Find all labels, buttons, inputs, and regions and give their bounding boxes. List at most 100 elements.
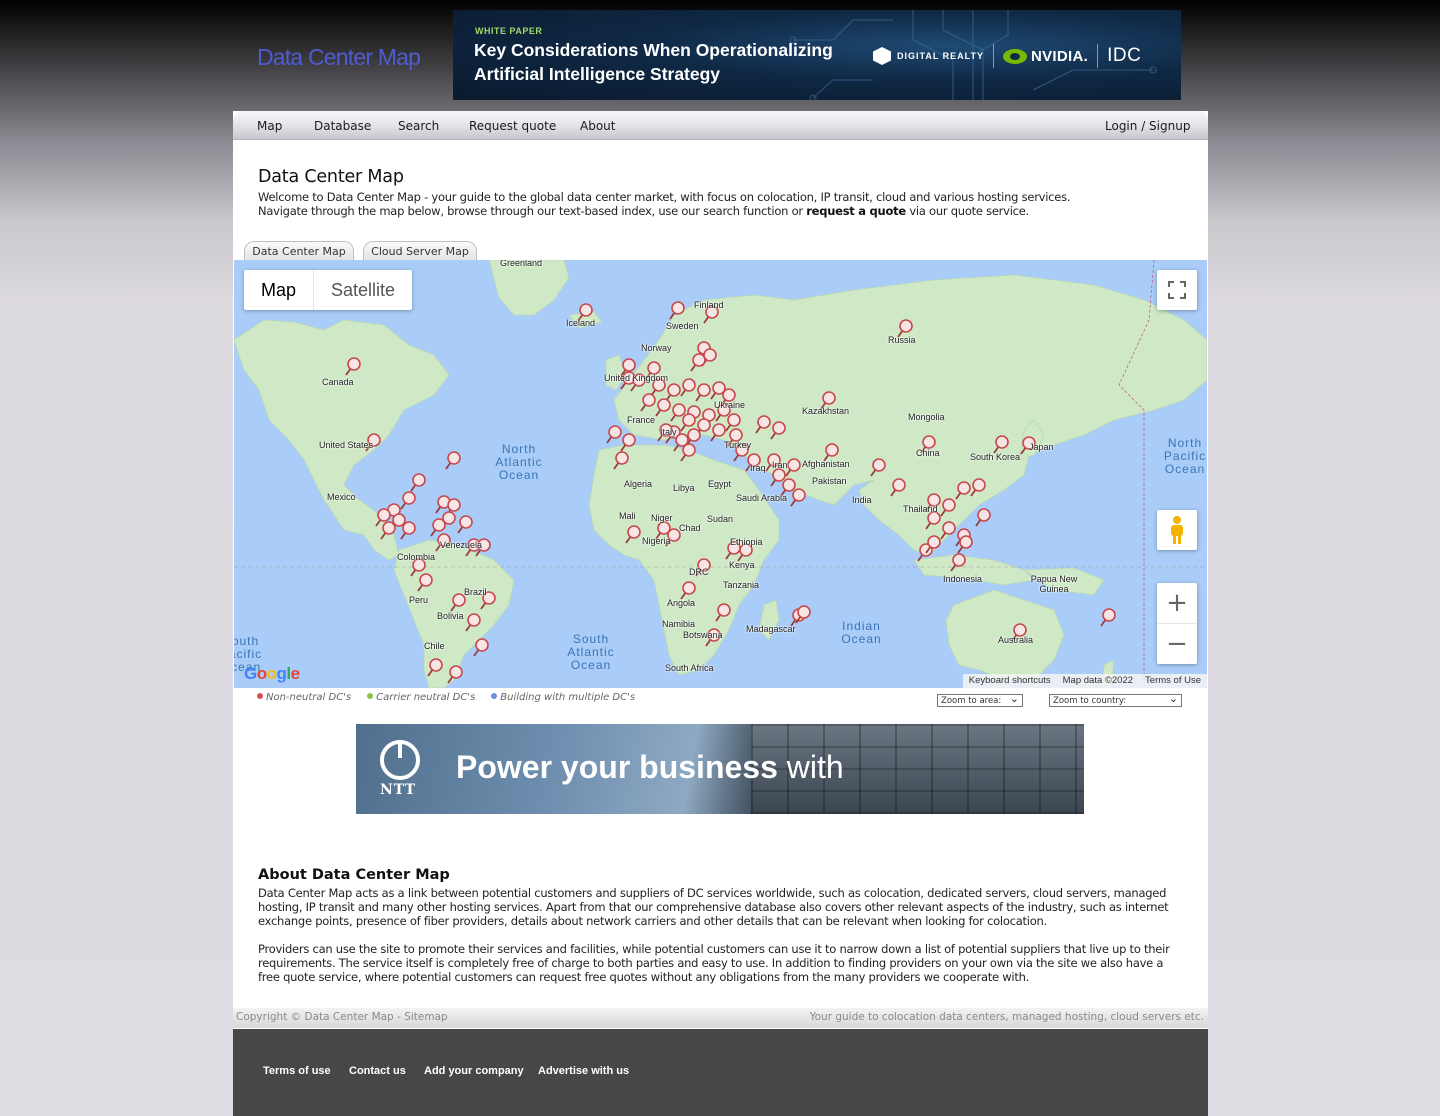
map-label: Tanzania (723, 580, 760, 590)
ad-kicker: WHITE PAPER (475, 26, 543, 36)
tab-data-center-map[interactable]: Data Center Map (244, 241, 354, 260)
map-label: Canada (322, 377, 354, 387)
about-paragraph-2: Providers can use the site to promote th… (258, 942, 1170, 984)
datacenter-marker[interactable] (1100, 608, 1116, 627)
map-label: Peru (409, 595, 429, 605)
page-title: Data Center Map (258, 167, 404, 187)
map-data-text: Map data ©2022 (1062, 675, 1134, 686)
map-label: Kazakhstan (802, 406, 850, 416)
map-label: Australia (998, 635, 1034, 645)
legend-carrier-neutral: Carrier neutral DC's (367, 692, 475, 703)
map-label: Finland (694, 300, 724, 310)
datacenter-marker[interactable] (975, 508, 991, 527)
fullscreen-button[interactable] (1157, 270, 1197, 310)
ad-partner-logos: DIGITAL REALTY NVIDIA. IDC (873, 43, 1141, 69)
zoom-control: + − (1157, 583, 1197, 664)
site-logo[interactable]: Data Center Map (257, 44, 421, 71)
map-label: Thailand (903, 504, 938, 514)
datacenter-marker[interactable] (457, 515, 473, 534)
nvidia-logo-icon (1003, 48, 1027, 64)
map-label: Angola (667, 598, 696, 608)
legend-non-neutral: Non-neutral DC's (257, 692, 351, 703)
map-label: Botswana (683, 630, 723, 640)
map-label: India (852, 495, 872, 505)
map-label: Mali (619, 511, 636, 521)
map-label: Norway (641, 343, 672, 353)
zoom-to-country-select[interactable]: Zoom to country: (1049, 692, 1182, 707)
about-section: About Data Center Map Data Center Map ac… (258, 867, 1188, 998)
nav-search[interactable]: Search (398, 119, 439, 133)
map-label: Egypt (708, 479, 732, 489)
page-container: Map Database Search Request quote About … (233, 111, 1208, 1116)
footer-advertise-link[interactable]: Advertise with us (538, 1065, 629, 1077)
world-map[interactable]: Greenland Iceland Finland Sweden Norway … (234, 260, 1207, 688)
nav-about[interactable]: About (580, 119, 615, 133)
intro-text: Welcome to Data Center Map - your guide … (258, 190, 1188, 218)
map-label: France (627, 415, 656, 425)
footer-contact-link[interactable]: Contact us (349, 1065, 406, 1077)
ntt-brand: NTT (380, 782, 417, 798)
map-label: Madagascar (746, 624, 796, 634)
digital-realty-logo: DIGITAL REALTY (897, 51, 984, 61)
google-logo[interactable]: Google (244, 664, 300, 684)
map-type-satellite-button[interactable]: Satellite (313, 270, 412, 310)
zoom-in-button[interactable]: + (1157, 583, 1197, 624)
map-type-map-button[interactable]: Map (244, 270, 313, 310)
datacenter-marker[interactable] (790, 488, 806, 507)
map-label: Iceland (566, 318, 596, 328)
zoom-out-button[interactable]: − (1157, 624, 1197, 664)
ocean-label: North Atlantic Ocean (495, 442, 543, 482)
map-label: Bolivia (437, 611, 464, 621)
map-label: Russia (888, 335, 916, 345)
nav-database[interactable]: Database (314, 119, 371, 133)
keyboard-shortcuts-link[interactable]: Keyboard shortcuts (963, 674, 1057, 688)
map-label: Ukraine (714, 400, 746, 410)
map-label: Mongolia (908, 412, 945, 422)
map-label: Ethiopia (730, 537, 763, 547)
map-label: Sudan (707, 514, 734, 524)
top-nav: Map Database Search Request quote About … (233, 111, 1208, 140)
street-view-pegman[interactable] (1157, 510, 1197, 550)
fullscreen-icon (1168, 281, 1186, 299)
datacenter-marker[interactable] (410, 473, 426, 492)
footer-add-company-link[interactable]: Add your company (424, 1065, 524, 1077)
tab-cloud-server-map[interactable]: Cloud Server Map (363, 241, 477, 260)
footer-terms-link[interactable]: Terms of use (263, 1065, 331, 1077)
map-label: Sweden (666, 321, 699, 331)
nav-login-signup[interactable]: Login / Signup (1105, 119, 1190, 133)
ntt-banner-ad[interactable]: NTT Power your business with (356, 724, 1084, 814)
map-label: Chad (679, 523, 701, 533)
nav-map[interactable]: Map (257, 119, 282, 133)
map-label: Pakistan (812, 476, 847, 486)
ntt-logo-icon (380, 740, 420, 780)
map-label: DRC (689, 567, 709, 577)
map-label: United Kingdom (604, 373, 669, 383)
map-label: Chile (424, 641, 445, 651)
map-label: Brazil (464, 587, 487, 597)
map-label: Papua New Guinea (1030, 574, 1078, 594)
copyright-text[interactable]: Copyright © Data Center Map - Sitemap (236, 1011, 448, 1023)
datacenter-marker[interactable] (606, 425, 622, 444)
map-type-control: Map Satellite (244, 270, 413, 310)
map-label: Venezuela (440, 540, 483, 550)
pegman-icon (1171, 516, 1183, 544)
zoom-to-area-select[interactable]: Zoom to area: (937, 692, 1023, 707)
map-label: Kenya (729, 560, 755, 570)
map-label: Algeria (624, 479, 653, 489)
map-label: Indonesia (943, 574, 983, 584)
request-quote-link[interactable]: request a quote (806, 204, 906, 218)
datacenter-marker[interactable] (445, 451, 461, 470)
digital-realty-logo-icon (873, 47, 891, 65)
map-label: South Africa (665, 663, 714, 673)
map-label: South Korea (970, 452, 1021, 462)
top-banner-ad[interactable]: WHITE PAPER Key Considerations When Oper… (453, 10, 1181, 100)
map-label: Saudi Arabia (736, 493, 788, 503)
about-title: About Data Center Map (258, 867, 450, 883)
ocean-label: South Atlantic Ocean (567, 632, 615, 672)
datacenter-marker[interactable] (400, 491, 416, 510)
tagline-text: Your guide to colocation data centers, m… (809, 1011, 1204, 1023)
nav-request-quote[interactable]: Request quote (469, 119, 556, 133)
intro-section: Data Center Map Welcome to Data Center M… (258, 167, 1188, 218)
terms-of-use-map-link[interactable]: Terms of Use (1139, 674, 1207, 688)
intro-line-2-end: via our quote service. (905, 204, 1029, 218)
